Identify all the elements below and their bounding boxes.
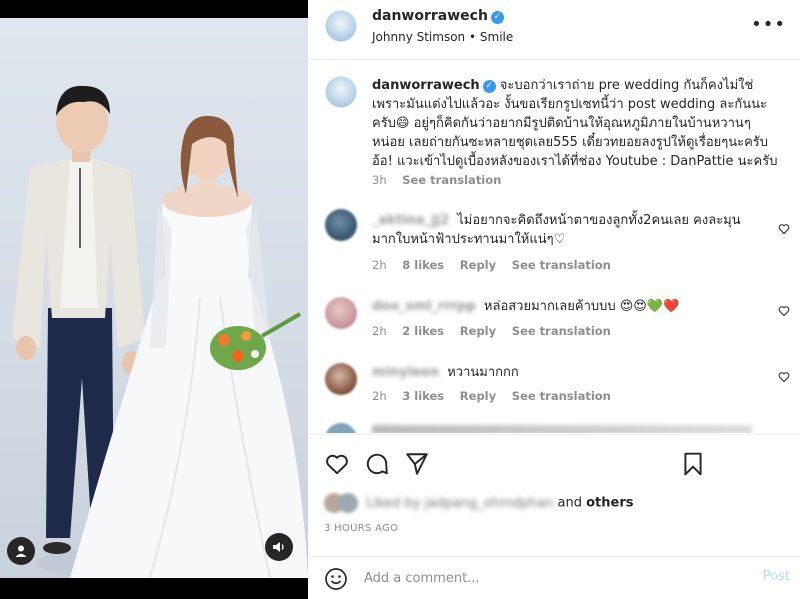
more-options-button[interactable]: ••• xyxy=(751,14,786,35)
caption-avatar[interactable] xyxy=(325,76,357,108)
caption: danworrawech ✓ จะบอกว่าเราถ่าย pre weddin… xyxy=(372,76,782,171)
comment-2-meta: 2h 2 likes Reply See translation xyxy=(372,324,623,338)
liked-by-summary[interactable]: Liked by jadpang_ohmdphan and others xyxy=(324,493,634,513)
paper-plane-icon[interactable] xyxy=(404,451,430,477)
comment-avatar[interactable] xyxy=(325,297,357,329)
bookmark-icon[interactable] xyxy=(680,451,706,477)
speaker-icon xyxy=(273,542,284,552)
comment-1: _aktina_jj2 ไม่อยากจะคิดถึงหน้าตาของลูกท… xyxy=(372,211,762,249)
comment-time[interactable]: 2h xyxy=(372,258,387,272)
post-timestamp[interactable]: 3 HOURS AGO xyxy=(324,523,398,534)
comment-time[interactable]: 2h xyxy=(372,389,387,403)
comment-username[interactable]: _aktina_jj2 xyxy=(372,211,449,230)
caption-time[interactable]: 3h xyxy=(372,173,387,187)
author-avatar[interactable] xyxy=(325,10,357,42)
wedding-photo-illustration xyxy=(12,85,308,578)
comment-2: doo_sml_rrrpp หล่อสวยมากเลยค้าบบบ 😍😍💚❤️ xyxy=(372,297,762,316)
music-artist[interactable]: Johnny Stimson xyxy=(372,30,465,44)
comment-like-heart-icon[interactable] xyxy=(778,371,790,383)
music-separator: • xyxy=(469,30,477,44)
author-username[interactable]: danworrawech xyxy=(372,8,488,24)
music-track[interactable]: Smile xyxy=(480,30,513,44)
comment-username[interactable]: minyleen xyxy=(372,363,439,382)
verified-badge-icon: ✓ xyxy=(490,11,504,24)
comment-1-meta: 2h 8 likes Reply See translation xyxy=(372,258,623,272)
comment-reply[interactable]: Reply xyxy=(460,389,496,403)
comment-like-heart-icon[interactable] xyxy=(778,223,790,235)
post-header: danworrawech ✓ Johnny Stimson • Smile ••• xyxy=(308,0,800,60)
comment-avatar-partial[interactable] xyxy=(325,423,357,433)
verified-badge-icon: ✓ xyxy=(482,80,496,93)
author-username-row: danworrawech ✓ xyxy=(372,8,504,24)
caption-meta: 3h See translation xyxy=(372,173,513,187)
caption-username[interactable]: danworrawech xyxy=(372,78,480,93)
action-bar: Liked by jadpang_ohmdphan and others 3 H… xyxy=(308,434,800,534)
smiley-icon[interactable] xyxy=(324,567,348,591)
comment-likes[interactable]: 8 likes xyxy=(402,258,444,272)
add-comment-bar: Post xyxy=(308,556,800,599)
liked-by-and: and xyxy=(557,495,582,511)
comment-see-translation[interactable]: See translation xyxy=(512,324,611,338)
comments-section[interactable]: danworrawech ✓ จะบอกว่าเราถ่าย pre weddin… xyxy=(308,61,800,433)
liked-by-text[interactable]: Liked by jadpang_ohmdphan xyxy=(366,496,553,511)
add-comment-input[interactable] xyxy=(364,565,734,591)
comment-partial xyxy=(372,425,752,433)
more-horizontal-icon: ••• xyxy=(751,14,786,35)
comment-likes[interactable]: 2 likes xyxy=(402,324,444,338)
liked-by-others[interactable]: others xyxy=(586,496,633,511)
audio-toggle-button[interactable] xyxy=(265,533,293,561)
comment-text: หล่อสวยมากเลยค้าบบบ 😍😍💚❤️ xyxy=(483,299,680,314)
caption-see-translation[interactable]: See translation xyxy=(402,173,501,187)
comment-3-meta: 2h 3 likes Reply See translation xyxy=(372,389,623,403)
post-photo[interactable] xyxy=(0,18,308,578)
user-tag-button[interactable] xyxy=(7,537,35,565)
comment-time[interactable]: 2h xyxy=(372,324,387,338)
post-comment-button[interactable]: Post xyxy=(763,569,790,584)
comment-avatar[interactable] xyxy=(325,209,357,241)
heart-icon[interactable] xyxy=(324,451,350,477)
user-tag-icon xyxy=(15,545,27,557)
audio-track[interactable]: Johnny Stimson • Smile xyxy=(372,30,513,44)
comment-reply[interactable]: Reply xyxy=(460,324,496,338)
comment-bubble-icon[interactable] xyxy=(364,451,390,477)
comment-username[interactable]: doo_sml_rrrpp xyxy=(372,297,476,316)
comment-likes[interactable]: 3 likes xyxy=(402,389,444,403)
comment-3: minyleen หวานมากกก xyxy=(372,363,762,382)
comment-like-heart-icon[interactable] xyxy=(778,305,790,317)
post-media[interactable] xyxy=(0,0,308,599)
comment-see-translation[interactable]: See translation xyxy=(512,258,611,272)
comment-text: หวานมากกก xyxy=(447,365,519,380)
comment-avatar[interactable] xyxy=(325,363,357,395)
comment-reply[interactable]: Reply xyxy=(460,258,496,272)
post-side-panel: danworrawech ✓ Johnny Stimson • Smile •••… xyxy=(308,0,800,599)
post-modal: danworrawech ✓ Johnny Stimson • Smile •••… xyxy=(0,0,800,599)
liker-avatar xyxy=(338,493,358,513)
comment-see-translation[interactable]: See translation xyxy=(512,389,611,403)
